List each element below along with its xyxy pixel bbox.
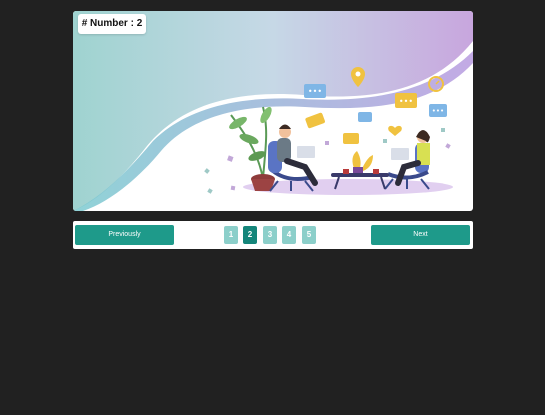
pagination-bar: Previously 1 2 3 4 5 Next (73, 221, 473, 249)
previous-button[interactable]: Previously (75, 225, 174, 245)
page-1-button[interactable]: 1 (224, 226, 238, 244)
svg-text:•••: ••• (399, 97, 413, 106)
page-2-button[interactable]: 2 (243, 226, 257, 244)
next-button[interactable]: Next (371, 225, 470, 245)
number-badge: # Number : 2 (78, 14, 146, 34)
svg-text:•••: ••• (432, 107, 444, 115)
page-5-button[interactable]: 5 (302, 226, 316, 244)
page-3-button[interactable]: 3 (263, 226, 277, 244)
svg-text:•••: ••• (308, 87, 322, 96)
teamwork-illustration: ••• ••• ••• (73, 11, 473, 211)
page-4-button[interactable]: 4 (282, 226, 296, 244)
illustration-card: ••• ••• ••• (73, 11, 473, 211)
